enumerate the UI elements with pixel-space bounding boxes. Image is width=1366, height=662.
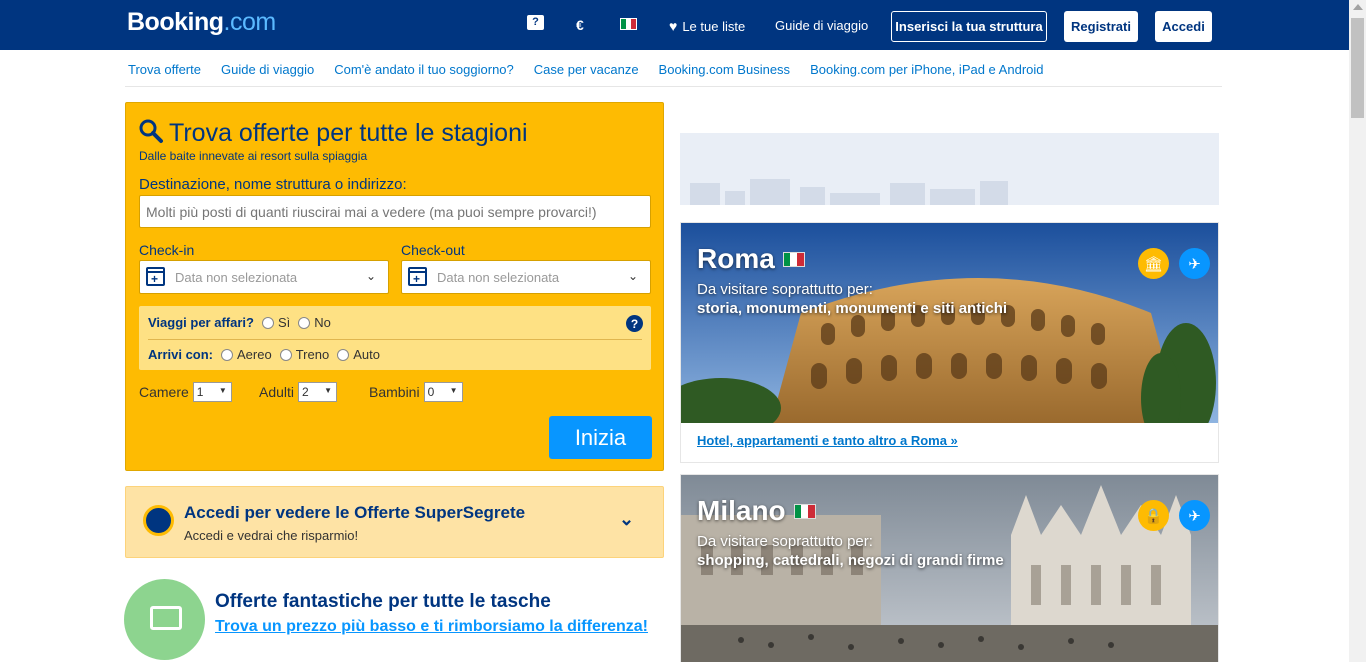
- travel-guides-link[interactable]: Guide di viaggio: [775, 18, 868, 33]
- chevron-down-icon: ⌄: [627, 269, 638, 283]
- top-header: Booking.com ? € ♥ Le tue liste Guide di v…: [0, 0, 1349, 50]
- login-button[interactable]: Accedi: [1155, 11, 1212, 42]
- arrival-train-option[interactable]: Treno: [279, 347, 330, 362]
- secret-deals-banner[interactable]: Accedi per vedere le Offerte SuperSegret…: [125, 486, 664, 558]
- checkout-label: Check-out: [401, 242, 465, 258]
- search-box: Trova offerte per tutte le stagioni Dall…: [125, 102, 664, 471]
- arrival-car-option[interactable]: Auto: [337, 347, 380, 362]
- scroll-up-arrow[interactable]: [1353, 4, 1363, 10]
- search-submit-button[interactable]: Inizia: [549, 416, 652, 459]
- arrival-plane-label: Aereo: [237, 347, 272, 362]
- scrollbar-thumb[interactable]: [1351, 18, 1364, 118]
- subnav-item-review[interactable]: Com'è andato il tuo soggiorno?: [334, 62, 514, 77]
- radio-button[interactable]: [279, 348, 292, 361]
- arrival-car-label: Auto: [353, 347, 380, 362]
- checkin-date-picker[interactable]: Data non selezionata ⌄: [139, 260, 389, 294]
- calendar-icon: [146, 267, 165, 286]
- destination-label: Destinazione, nome struttura o indirizzo…: [139, 176, 407, 193]
- destination-card-milano[interactable]: Milano Da visitare soprattutto per: shop…: [680, 474, 1219, 662]
- search-icon: [139, 119, 163, 143]
- divider: [148, 339, 642, 340]
- secret-deals-title: Accedi per vedere le Offerte SuperSegret…: [184, 503, 526, 522]
- radio-button[interactable]: [298, 316, 311, 329]
- calendar-icon: [408, 267, 427, 286]
- visit-label: Da visitare soprattutto per:: [697, 281, 873, 298]
- travel-options: Viaggi per affari? Sì No ? Arrivi con: A…: [139, 306, 651, 370]
- checkout-value: Data non selezionata: [437, 270, 560, 285]
- italian-flag-icon[interactable]: [620, 18, 637, 30]
- children-select[interactable]: 0: [423, 382, 463, 402]
- city-highlights: shopping, cattedrali, negozi di grandi f…: [697, 552, 1004, 569]
- chevron-down-icon[interactable]: ⌄: [619, 509, 634, 530]
- children-field: Bambini 0: [369, 382, 463, 402]
- deals-title: Offerte fantastiche per tutte le tasche: [215, 591, 551, 612]
- business-travel-label: Viaggi per affari?: [148, 315, 254, 330]
- skyline-banner: [680, 133, 1219, 205]
- italian-flag-icon: [793, 503, 816, 519]
- arrivals-label: Arrivi con:: [148, 347, 214, 362]
- subnav-item-deals[interactable]: Trova offerte: [128, 62, 201, 77]
- subnav-item-guides[interactable]: Guide di viaggio: [221, 62, 314, 77]
- arrival-train-label: Treno: [295, 347, 330, 362]
- secret-deals-subtitle: Accedi e vedrai che risparmio!: [184, 528, 359, 543]
- shopping-bag-icon[interactable]: 🔒: [1138, 500, 1169, 531]
- currency-selector[interactable]: €: [576, 17, 584, 33]
- roma-hotels-link[interactable]: Hotel, appartamenti e tanto altro a Roma…: [697, 433, 958, 448]
- city-name-milano: Milano: [697, 495, 816, 527]
- business-no-label: No: [314, 315, 331, 330]
- business-yes-label: Sì: [277, 315, 291, 330]
- rooms-label: Camere: [139, 384, 189, 400]
- airplane-icon[interactable]: ✈: [1179, 500, 1210, 531]
- business-no-option[interactable]: No: [298, 315, 331, 330]
- secret-agent-icon: [143, 505, 174, 536]
- destination-input[interactable]: [139, 195, 651, 228]
- museum-icon[interactable]: 🏛: [1138, 248, 1169, 279]
- airplane-icon[interactable]: ✈: [1179, 248, 1210, 279]
- help-icon[interactable]: ?: [626, 315, 643, 332]
- divider: [125, 86, 1222, 87]
- search-title: Trova offerte per tutte le stagioni: [169, 119, 528, 147]
- italian-flag-icon: [782, 251, 805, 267]
- heart-icon: ♥: [669, 18, 678, 34]
- adults-label: Adulti: [259, 384, 295, 400]
- search-subtitle: Dalle baite innevate ai resort sulla spi…: [139, 149, 368, 163]
- speech-question-icon[interactable]: ?: [527, 15, 544, 30]
- subnav-item-apps[interactable]: Booking.com per iPhone, iPad e Android: [810, 62, 1043, 77]
- business-yes-option[interactable]: Sì: [261, 315, 291, 330]
- checkin-value: Data non selezionata: [175, 270, 298, 285]
- rooms-select[interactable]: 1: [192, 382, 232, 402]
- arrival-plane-option[interactable]: Aereo: [221, 347, 272, 362]
- wallet-icon: [150, 606, 182, 630]
- checkout-date-picker[interactable]: Data non selezionata ⌄: [401, 260, 651, 294]
- subnav-item-business[interactable]: Booking.com Business: [659, 62, 791, 77]
- chevron-down-icon: ⌄: [365, 269, 376, 283]
- radio-button[interactable]: [337, 348, 350, 361]
- price-match-link[interactable]: Trova un prezzo più basso e ti rimborsia…: [215, 618, 648, 636]
- rooms-field: Camere 1: [139, 382, 232, 402]
- my-lists-label: Le tue liste: [682, 18, 746, 34]
- city-highlights: storia, monumenti, monumenti e siti anti…: [697, 300, 1008, 317]
- children-label: Bambini: [369, 384, 420, 400]
- radio-button[interactable]: [221, 348, 234, 361]
- my-lists-link[interactable]: ♥ Le tue liste: [669, 18, 745, 34]
- checkin-label: Check-in: [139, 242, 195, 258]
- booking-logo[interactable]: Booking.com: [127, 8, 276, 37]
- register-button[interactable]: Registrati: [1064, 11, 1138, 42]
- subnav-item-vacation-homes[interactable]: Case per vacanze: [534, 62, 639, 77]
- destination-card-roma[interactable]: Roma Da visitare soprattutto per: storia…: [680, 222, 1219, 463]
- visit-label: Da visitare soprattutto per:: [697, 533, 873, 550]
- adults-field: Adulti 2: [259, 382, 338, 402]
- add-property-button[interactable]: Inserisci la tua struttura: [891, 11, 1047, 42]
- city-name-roma: Roma: [697, 243, 805, 275]
- radio-button[interactable]: [261, 316, 274, 329]
- sub-navigation: Trova offerte Guide di viaggio Com'è and…: [128, 62, 1044, 77]
- adults-select[interactable]: 2: [298, 382, 338, 402]
